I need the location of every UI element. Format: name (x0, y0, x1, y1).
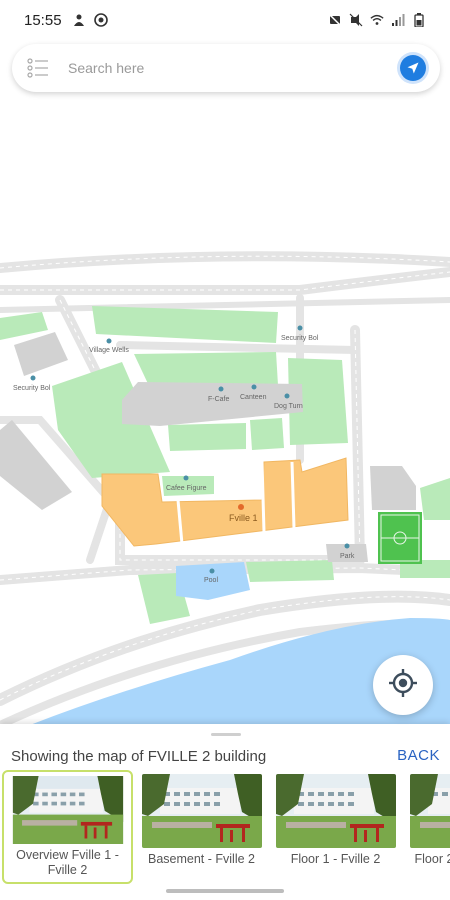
search-bar[interactable] (12, 44, 440, 92)
floor-thumbnail (409, 774, 450, 848)
floor-thumbnail (12, 776, 123, 844)
my-location-icon (387, 667, 419, 704)
floor-selector[interactable]: Overview Fville 1 - Fville 2 Basement - … (0, 770, 450, 888)
map-label-security-bol-2[interactable]: Security Bol (13, 385, 51, 392)
map-label-canteen[interactable]: Canteen (240, 394, 267, 401)
floor-card-floor-2[interactable]: Floor 2 (404, 770, 450, 884)
settings-sync-icon (93, 13, 108, 27)
floor-thumbnail (141, 774, 262, 848)
my-location-button[interactable] (373, 655, 433, 715)
status-bar: 15:55 (0, 0, 450, 40)
map-label-village-wells[interactable]: Village Wells (89, 347, 129, 354)
search-input[interactable] (68, 60, 400, 76)
back-button[interactable]: BACK (397, 747, 440, 764)
map-label-fville-1[interactable]: Fville 1 (229, 513, 258, 523)
map-label-park[interactable]: Park (340, 553, 355, 560)
floor-label: Basement - Fville 2 (148, 852, 255, 866)
home-indicator[interactable] (166, 889, 284, 893)
floor-card-basement[interactable]: Basement - Fville 2 (136, 770, 267, 884)
list-menu-icon[interactable] (26, 56, 50, 80)
map-label-pool[interactable]: Pool (204, 577, 218, 584)
campus-map[interactable]: Security Bol Village Wells Security Bol … (0, 0, 450, 725)
map-label-f-cafe[interactable]: F-Cafe (208, 396, 230, 403)
mute-icon (328, 13, 342, 27)
map-label-dog-turn[interactable]: Dog Turn (274, 403, 303, 410)
floor-label: Overview Fville 1 - Fville 2 (16, 848, 119, 877)
battery-icon (412, 13, 426, 27)
floor-card-overview[interactable]: Overview Fville 1 - Fville 2 (2, 770, 133, 884)
floor-label: Floor 2 (414, 852, 450, 866)
alarm-person-icon (72, 13, 86, 27)
drag-handle[interactable] (211, 733, 241, 736)
navigation-arrow-icon[interactable] (400, 55, 426, 81)
floor-label: Floor 1 - Fville 2 (290, 852, 381, 866)
floor-card-floor-1[interactable]: Floor 1 - Fville 2 (270, 770, 401, 884)
floor-thumbnail (275, 774, 396, 848)
wifi-icon (370, 13, 384, 27)
bottom-sheet: Showing the map of FVILLE 2 building BAC… (0, 724, 450, 900)
sheet-title: Showing the map of FVILLE 2 building (11, 748, 267, 765)
status-time: 15:55 (24, 11, 62, 29)
map-label-security-bol-1[interactable]: Security Bol (281, 335, 319, 342)
map-label-cafee-figure[interactable]: Cafee Figure (166, 485, 207, 492)
signal-icon (391, 13, 405, 27)
vibrate-off-icon (349, 13, 363, 27)
